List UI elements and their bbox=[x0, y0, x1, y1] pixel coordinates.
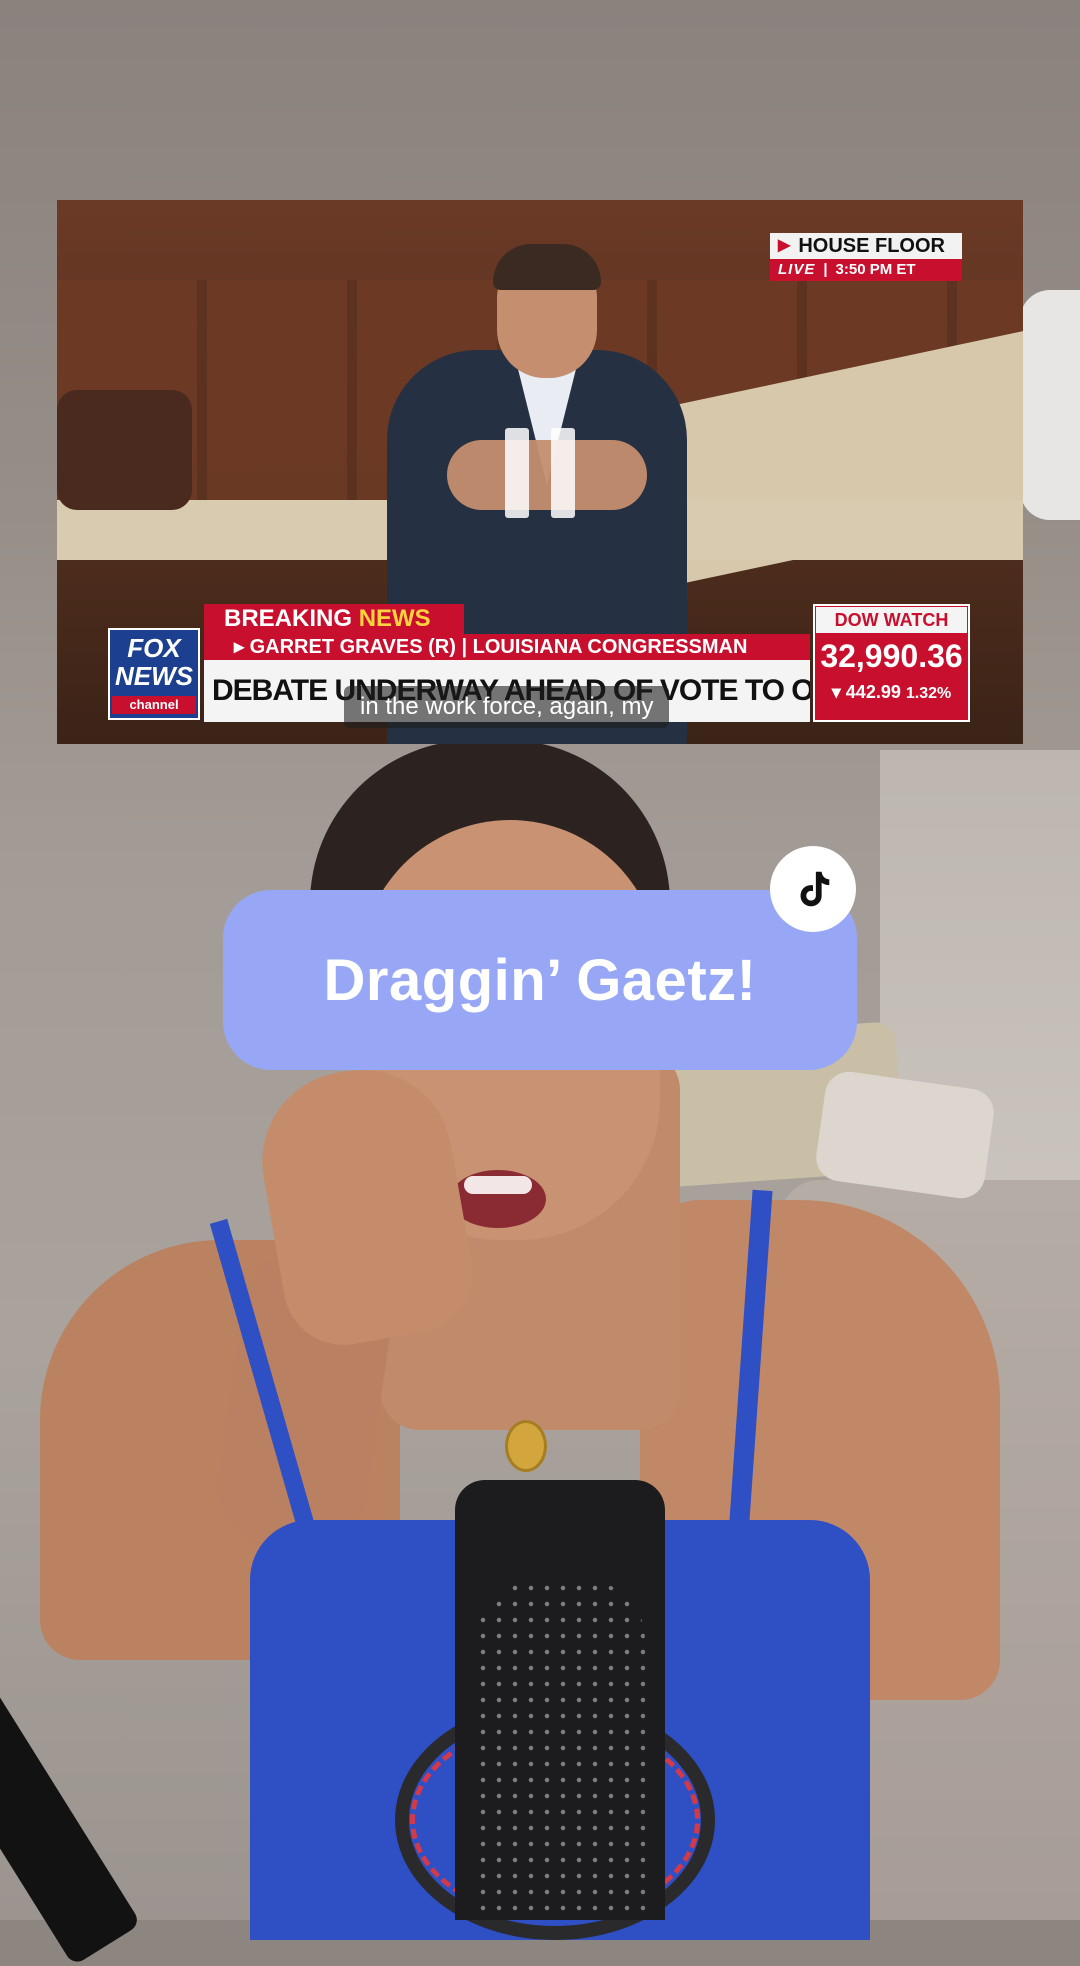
time-label: 3:50 PM ET bbox=[835, 261, 916, 278]
house-floor-badge: ▶ HOUSE FLOOR LIVE | 3:50 PM ET bbox=[770, 233, 962, 281]
microphone-grille bbox=[475, 1580, 645, 1920]
fox-news-logo: FOX NEWS channel bbox=[108, 628, 200, 720]
tiktok-icon[interactable] bbox=[770, 846, 856, 932]
live-label: LIVE bbox=[778, 261, 816, 278]
title-text: Draggin’ Gaetz! bbox=[323, 947, 757, 1013]
title-pill: Draggin’ Gaetz! bbox=[223, 890, 857, 1070]
pause-icon[interactable] bbox=[505, 428, 575, 518]
speaker-hair bbox=[493, 244, 601, 290]
dow-value: 32,990.36 bbox=[820, 638, 963, 674]
necklace-pendant bbox=[505, 1420, 547, 1472]
microphone bbox=[455, 1480, 665, 1920]
breaking-news-tag: BREAKING NEWS bbox=[204, 604, 464, 634]
subtitle-caption: in the work force, again, my bbox=[344, 686, 670, 728]
person-mouth bbox=[450, 1170, 546, 1228]
dow-change: ▾ 442.99 1.32% bbox=[831, 682, 952, 702]
lamp bbox=[1020, 290, 1080, 520]
dow-watch-box: DOW WATCH 32,990.36 ▾ 442.99 1.32% bbox=[813, 604, 970, 722]
house-floor-label: HOUSE FLOOR bbox=[798, 235, 945, 257]
speaker-name-bar: ▸ GARRET GRAVES (R) | LOUISIANA CONGRESS… bbox=[204, 634, 810, 660]
dow-title: DOW WATCH bbox=[816, 607, 967, 633]
chair bbox=[57, 390, 192, 510]
pillow-small bbox=[813, 1068, 997, 1202]
